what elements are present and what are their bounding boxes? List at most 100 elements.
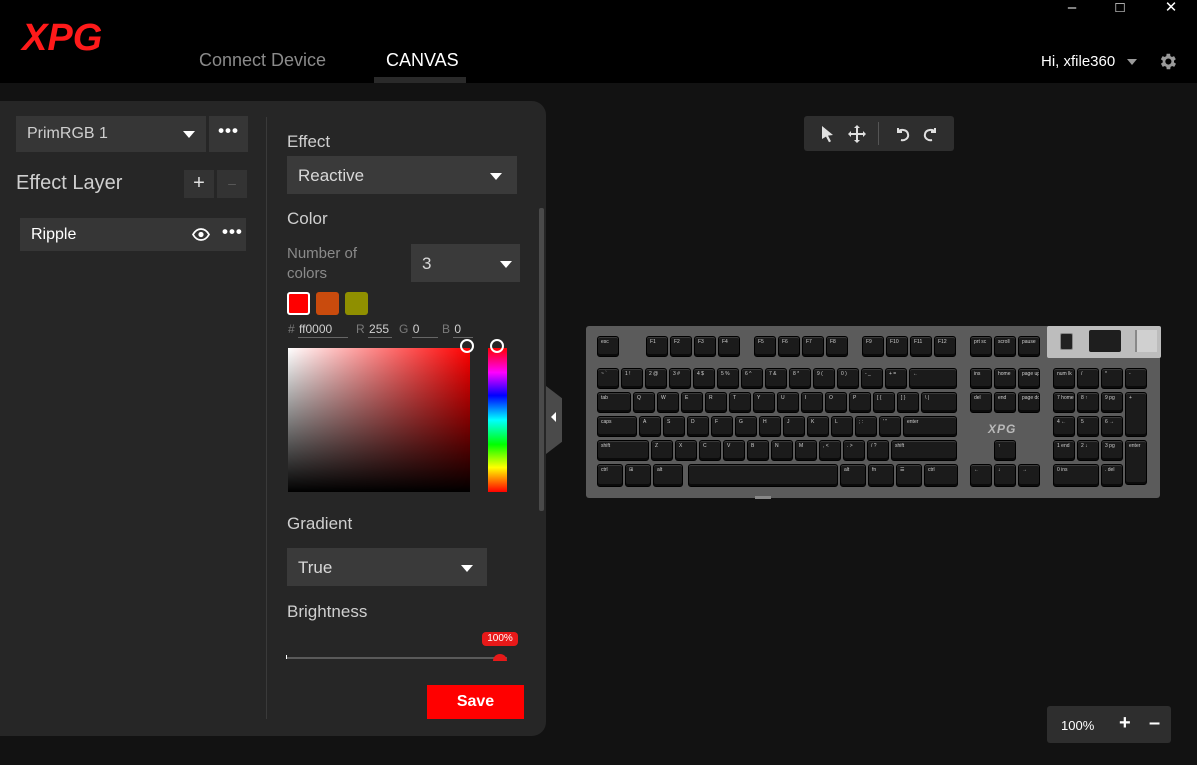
hue-slider-handle[interactable] bbox=[490, 339, 504, 353]
key-shift[interactable]: shift bbox=[891, 440, 957, 461]
gradient-dropdown[interactable]: True bbox=[287, 548, 487, 586]
color-swatch-2[interactable] bbox=[316, 292, 339, 315]
sv-picker-handle[interactable] bbox=[460, 339, 474, 353]
key-symbol[interactable]: - bbox=[1125, 368, 1147, 389]
key-1[interactable]: 1 end bbox=[1053, 440, 1075, 461]
key-4[interactable]: 4 $ bbox=[693, 368, 715, 389]
key-f9[interactable]: F9 bbox=[862, 336, 884, 357]
key-f12[interactable]: F12 bbox=[934, 336, 956, 357]
key-3[interactable]: 3 pg bbox=[1101, 440, 1123, 461]
effect-dropdown[interactable]: Reactive bbox=[287, 156, 517, 194]
remove-layer-button[interactable]: – bbox=[217, 170, 247, 198]
key-symbol[interactable]: ← bbox=[909, 368, 957, 389]
key-symbol[interactable]: / bbox=[1077, 368, 1099, 389]
volume-wheel[interactable] bbox=[1089, 330, 1121, 352]
key-num[interactable]: num lk bbox=[1053, 368, 1075, 389]
add-layer-button[interactable]: + bbox=[184, 170, 214, 198]
key-symbol[interactable]: ' " bbox=[879, 416, 901, 437]
key-symbol[interactable]: - _ bbox=[861, 368, 883, 389]
key-b[interactable]: B bbox=[747, 440, 769, 461]
key-9[interactable]: 9 ( bbox=[813, 368, 835, 389]
tab-canvas[interactable]: CANVAS bbox=[386, 50, 459, 71]
key-symbol[interactable]: . > bbox=[843, 440, 865, 461]
key-u[interactable]: U bbox=[777, 392, 799, 413]
key-page[interactable]: page up bbox=[1018, 368, 1040, 389]
g-field[interactable]: G 0 bbox=[399, 322, 438, 338]
key-enter[interactable]: enter bbox=[1125, 440, 1147, 485]
key-f7[interactable]: F7 bbox=[802, 336, 824, 357]
key-f5[interactable]: F5 bbox=[754, 336, 776, 357]
key-alt[interactable]: alt bbox=[653, 464, 683, 487]
key-tab[interactable]: tab bbox=[597, 392, 631, 413]
key-1[interactable]: 1 ! bbox=[621, 368, 643, 389]
key-f[interactable]: F bbox=[711, 416, 733, 437]
key-n[interactable]: N bbox=[771, 440, 793, 461]
zoom-out-button[interactable]: – bbox=[1149, 712, 1160, 735]
key-space[interactable] bbox=[688, 464, 838, 487]
layer-more-button[interactable]: ••• bbox=[222, 222, 243, 242]
key-f4[interactable]: F4 bbox=[718, 336, 740, 357]
profile-more-button[interactable]: ••• bbox=[209, 116, 248, 152]
key-ctrl[interactable]: ctrl bbox=[924, 464, 958, 487]
key-fn[interactable]: fn bbox=[868, 464, 894, 487]
key-f3[interactable]: F3 bbox=[694, 336, 716, 357]
zoom-in-button[interactable]: + bbox=[1119, 712, 1131, 735]
b-field[interactable]: B 0 bbox=[442, 322, 474, 338]
key-a[interactable]: A bbox=[639, 416, 661, 437]
key-0[interactable]: 0 ) bbox=[837, 368, 859, 389]
key-symbol[interactable]: / ? bbox=[867, 440, 889, 461]
chevron-left-icon[interactable] bbox=[551, 412, 556, 422]
key-symbol[interactable]: ] } bbox=[897, 392, 919, 413]
user-greeting[interactable]: Hi, xfile360 bbox=[1041, 53, 1115, 70]
key-4[interactable]: 4 ← bbox=[1053, 416, 1075, 437]
key-5[interactable]: 5 % bbox=[717, 368, 739, 389]
move-icon[interactable] bbox=[847, 124, 867, 144]
key-h[interactable]: H bbox=[759, 416, 781, 437]
key-symbol[interactable]: ☰ bbox=[896, 464, 922, 487]
profile-dropdown[interactable]: PrimRGB 1 bbox=[16, 116, 206, 152]
key-r[interactable]: R bbox=[705, 392, 727, 413]
key-symbol[interactable]: . del bbox=[1101, 464, 1123, 487]
brightness-slider-handle[interactable] bbox=[493, 654, 507, 661]
r-field[interactable]: R 255 bbox=[356, 322, 393, 338]
key-f6[interactable]: F6 bbox=[778, 336, 800, 357]
redo-icon[interactable] bbox=[921, 124, 941, 144]
key-esc[interactable]: esc bbox=[597, 336, 619, 357]
key-ctrl[interactable]: ctrl bbox=[597, 464, 623, 487]
key-home[interactable]: home bbox=[994, 368, 1016, 389]
key-y[interactable]: Y bbox=[753, 392, 775, 413]
key-f11[interactable]: F11 bbox=[910, 336, 932, 357]
saturation-value-picker[interactable] bbox=[288, 348, 470, 492]
key-w[interactable]: W bbox=[657, 392, 679, 413]
key-f8[interactable]: F8 bbox=[826, 336, 848, 357]
b-input[interactable]: 0 bbox=[453, 322, 474, 338]
key-l[interactable]: L bbox=[831, 416, 853, 437]
undo-icon[interactable] bbox=[892, 124, 912, 144]
key-t[interactable]: T bbox=[729, 392, 751, 413]
gear-icon[interactable] bbox=[1157, 51, 1178, 72]
key-p[interactable]: P bbox=[849, 392, 871, 413]
key-j[interactable]: J bbox=[783, 416, 805, 437]
key-ins[interactable]: ins bbox=[970, 368, 992, 389]
key-prt[interactable]: prt sc bbox=[970, 336, 992, 357]
key-symbol[interactable]: + = bbox=[885, 368, 907, 389]
key-5[interactable]: 5 bbox=[1077, 416, 1099, 437]
key-g[interactable]: G bbox=[735, 416, 757, 437]
close-button[interactable]: ✕ bbox=[1159, 0, 1183, 18]
key-q[interactable]: Q bbox=[633, 392, 655, 413]
key-7[interactable]: 7 & bbox=[765, 368, 787, 389]
key-3[interactable]: 3 # bbox=[669, 368, 691, 389]
key-6[interactable]: 6 ^ bbox=[741, 368, 763, 389]
hex-input[interactable]: ff0000 bbox=[298, 322, 349, 338]
key-d[interactable]: D bbox=[687, 416, 709, 437]
key-caps[interactable]: caps bbox=[597, 416, 637, 437]
key-f1[interactable]: F1 bbox=[646, 336, 668, 357]
color-swatch-3[interactable] bbox=[345, 292, 368, 315]
key-f10[interactable]: F10 bbox=[886, 336, 908, 357]
key-2[interactable]: 2 @ bbox=[645, 368, 667, 389]
key-o[interactable]: O bbox=[825, 392, 847, 413]
key-i[interactable]: I bbox=[801, 392, 823, 413]
chevron-down-icon[interactable] bbox=[1127, 59, 1137, 65]
panel-scrollbar[interactable] bbox=[539, 208, 544, 511]
key-6[interactable]: 6 → bbox=[1101, 416, 1123, 437]
